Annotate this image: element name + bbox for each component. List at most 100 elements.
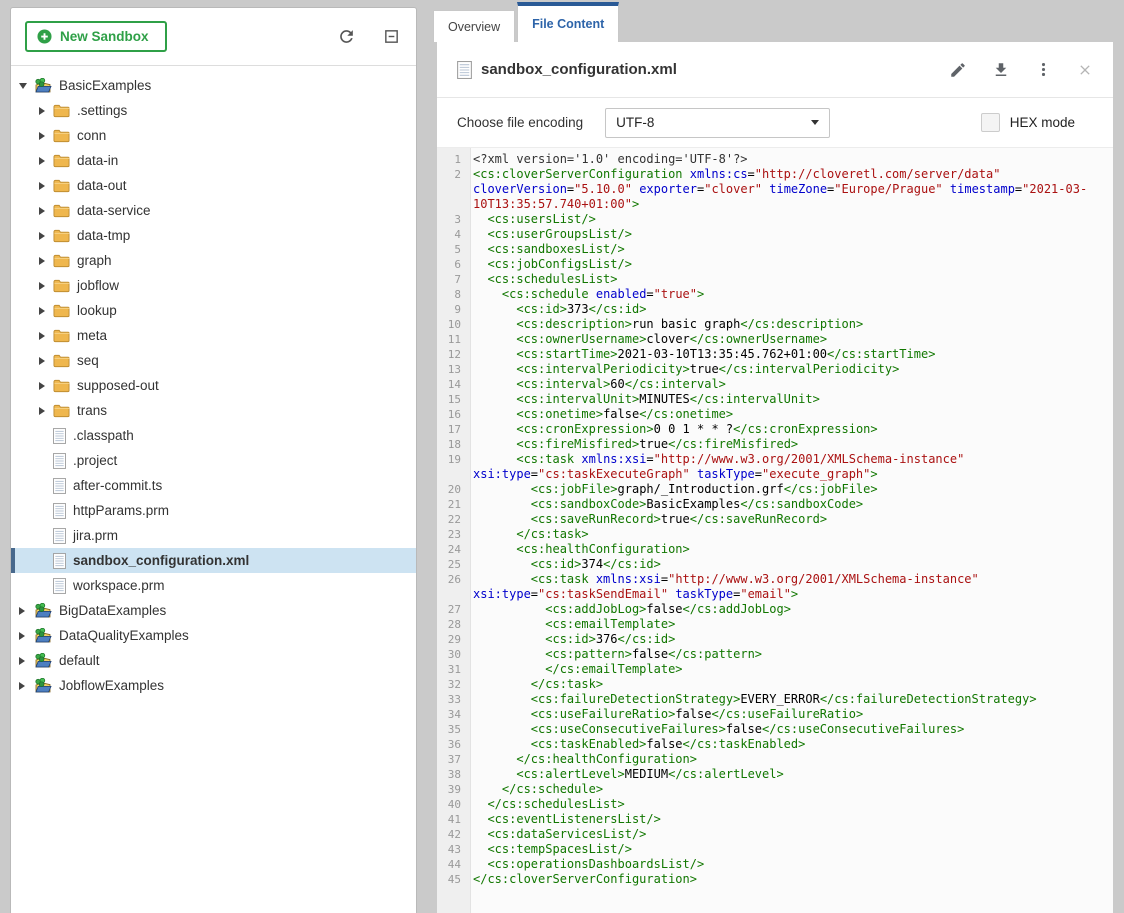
tree-item-supposed-out[interactable]: supposed-out bbox=[11, 373, 416, 398]
tree-item--settings[interactable]: .settings bbox=[11, 98, 416, 123]
line-number: 26 bbox=[437, 572, 470, 602]
refresh-icon[interactable] bbox=[337, 27, 356, 46]
caret-right-icon[interactable] bbox=[19, 632, 25, 640]
code-viewer[interactable]: 1<?xml version='1.0' encoding='UTF-8'?> 2… bbox=[437, 148, 1113, 913]
code-line-text: <?xml version='1.0' encoding='UTF-8'?> bbox=[470, 152, 1113, 167]
tree-item--classpath[interactable]: .classpath bbox=[11, 423, 416, 448]
code-line-text: <cs:taskEnabled>false</cs:taskEnabled> bbox=[470, 737, 1113, 752]
code-line: 45</cs:cloverServerConfiguration> bbox=[437, 872, 1113, 887]
code-line-text: <cs:id>373</cs:id> bbox=[470, 302, 1113, 317]
hex-mode-checkbox[interactable] bbox=[981, 113, 1000, 132]
tree-item-jobflow[interactable]: jobflow bbox=[11, 273, 416, 298]
caret-right-icon[interactable] bbox=[39, 107, 45, 115]
code-line-text: <cs:cronExpression>0 0 1 * * ?</cs:cronE… bbox=[470, 422, 1113, 437]
caret-right-icon[interactable] bbox=[39, 382, 45, 390]
code-line-text: <cs:pattern>false</cs:pattern> bbox=[470, 647, 1113, 662]
caret-right-icon[interactable] bbox=[19, 607, 25, 615]
tree-item--project[interactable]: .project bbox=[11, 448, 416, 473]
caret-right-icon[interactable] bbox=[39, 257, 45, 265]
tree-item-label: seq bbox=[77, 353, 99, 368]
line-number: 12 bbox=[437, 347, 470, 362]
tree-item-basicexamples[interactable]: BasicExamples bbox=[11, 73, 416, 98]
tree-item-workspace-prm[interactable]: workspace.prm bbox=[11, 573, 416, 598]
code-line: 36 <cs:taskEnabled>false</cs:taskEnabled… bbox=[437, 737, 1113, 752]
file-title: sandbox_configuration.xml bbox=[481, 61, 677, 78]
code-line-text: </cs:healthConfiguration> bbox=[470, 752, 1113, 767]
tree-item-conn[interactable]: conn bbox=[11, 123, 416, 148]
caret-right-icon[interactable] bbox=[39, 157, 45, 165]
line-number: 28 bbox=[437, 617, 470, 632]
folder-icon bbox=[53, 304, 70, 318]
code-line-text: <cs:useConsecutiveFailures>false</cs:use… bbox=[470, 722, 1113, 737]
code-line-text: <cs:addJobLog>false</cs:addJobLog> bbox=[470, 602, 1113, 617]
encoding-selected-value: UTF-8 bbox=[616, 115, 654, 130]
encoding-toolbar: Choose file encoding UTF-8 HEX mode bbox=[437, 98, 1113, 148]
code-line-text: <cs:useFailureRatio>false</cs:useFailure… bbox=[470, 707, 1113, 722]
tree-item-data-service[interactable]: data-service bbox=[11, 198, 416, 223]
close-icon[interactable] bbox=[1077, 62, 1093, 78]
download-icon[interactable] bbox=[992, 61, 1010, 79]
tree-item-label: httpParams.prm bbox=[73, 503, 169, 518]
folder-icon bbox=[53, 279, 70, 293]
tree-item-sandbox-configuration-xml[interactable]: sandbox_configuration.xml bbox=[11, 548, 416, 573]
line-number: 20 bbox=[437, 482, 470, 497]
tree-item-jobflowexamples[interactable]: JobflowExamples bbox=[11, 673, 416, 698]
code-line: 1<?xml version='1.0' encoding='UTF-8'?> bbox=[437, 152, 1113, 167]
caret-right-icon[interactable] bbox=[39, 282, 45, 290]
pencil-icon[interactable] bbox=[949, 61, 967, 79]
caret-right-icon[interactable] bbox=[39, 182, 45, 190]
tree-item-default[interactable]: default bbox=[11, 648, 416, 673]
new-sandbox-button[interactable]: New Sandbox bbox=[25, 21, 167, 52]
tree-item-lookup[interactable]: lookup bbox=[11, 298, 416, 323]
kebab-menu-icon[interactable] bbox=[1035, 61, 1052, 78]
line-number: 41 bbox=[437, 812, 470, 827]
tree-item-httpparams-prm[interactable]: httpParams.prm bbox=[11, 498, 416, 523]
tree-item-graph[interactable]: graph bbox=[11, 248, 416, 273]
tree-item-dataqualityexamples[interactable]: DataQualityExamples bbox=[11, 623, 416, 648]
tree-item-label: jira.prm bbox=[73, 528, 118, 543]
collapse-all-icon[interactable] bbox=[383, 28, 400, 45]
caret-right-icon[interactable] bbox=[39, 407, 45, 415]
caret-right-icon[interactable] bbox=[39, 357, 45, 365]
tree-item-jira-prm[interactable]: jira.prm bbox=[11, 523, 416, 548]
tree-item-trans[interactable]: trans bbox=[11, 398, 416, 423]
line-number: 8 bbox=[437, 287, 470, 302]
line-number: 10 bbox=[437, 317, 470, 332]
caret-right-icon[interactable] bbox=[39, 207, 45, 215]
tree-item-data-out[interactable]: data-out bbox=[11, 173, 416, 198]
code-line: 26 <cs:task xmlns:xsi="http://www.w3.org… bbox=[437, 572, 1113, 602]
caret-right-icon[interactable] bbox=[19, 682, 25, 690]
line-number: 19 bbox=[437, 452, 470, 482]
line-number: 17 bbox=[437, 422, 470, 437]
code-line: 32 </cs:task> bbox=[437, 677, 1113, 692]
tab-overview[interactable]: Overview bbox=[433, 10, 515, 42]
tree-item-seq[interactable]: seq bbox=[11, 348, 416, 373]
folder-icon bbox=[53, 179, 70, 193]
code-line-text: <cs:eventListenersList/> bbox=[470, 812, 1113, 827]
caret-right-icon[interactable] bbox=[39, 132, 45, 140]
line-number: 37 bbox=[437, 752, 470, 767]
tree-item-meta[interactable]: meta bbox=[11, 323, 416, 348]
caret-down-icon[interactable] bbox=[19, 83, 27, 89]
tree-item-label: data-out bbox=[77, 178, 127, 193]
tree-item-label: .classpath bbox=[73, 428, 134, 443]
file-icon bbox=[53, 553, 66, 569]
tree-item-label: BigDataExamples bbox=[59, 603, 166, 618]
caret-right-icon[interactable] bbox=[39, 332, 45, 340]
code-line: 8 <cs:schedule enabled="true"> bbox=[437, 287, 1113, 302]
caret-right-icon[interactable] bbox=[19, 657, 25, 665]
caret-right-icon[interactable] bbox=[39, 307, 45, 315]
line-number: 30 bbox=[437, 647, 470, 662]
code-line: 23 </cs:task> bbox=[437, 527, 1113, 542]
caret-right-icon[interactable] bbox=[39, 232, 45, 240]
code-line: 17 <cs:cronExpression>0 0 1 * * ?</cs:cr… bbox=[437, 422, 1113, 437]
tree-item-bigdataexamples[interactable]: BigDataExamples bbox=[11, 598, 416, 623]
tree-item-label: .project bbox=[73, 453, 117, 468]
encoding-select[interactable]: UTF-8 bbox=[605, 108, 830, 138]
tab-file-content[interactable]: File Content bbox=[517, 2, 619, 42]
folder-icon bbox=[53, 204, 70, 218]
sandbox-tree[interactable]: BasicExamples.settingsconndata-in data-ou… bbox=[11, 66, 416, 698]
tree-item-data-tmp[interactable]: data-tmp bbox=[11, 223, 416, 248]
tree-item-after-commit-ts[interactable]: after-commit.ts bbox=[11, 473, 416, 498]
tree-item-data-in[interactable]: data-in bbox=[11, 148, 416, 173]
